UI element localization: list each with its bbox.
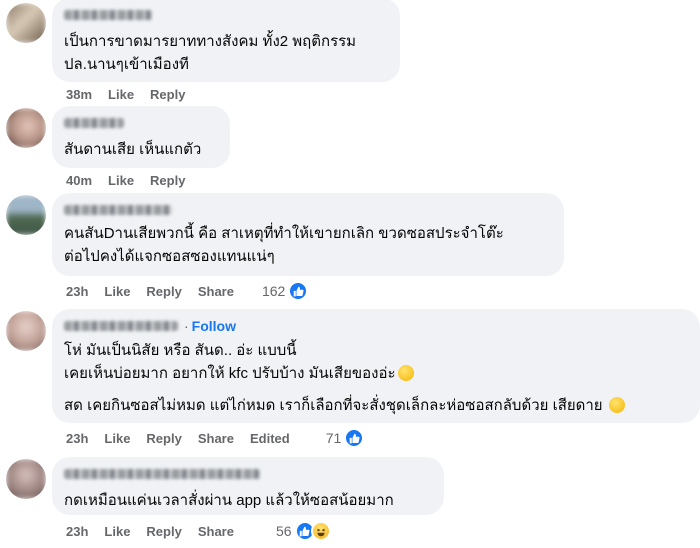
- reply-button[interactable]: Reply: [146, 284, 181, 299]
- reaction-count[interactable]: 162: [262, 283, 285, 299]
- like-button[interactable]: Like: [104, 284, 130, 299]
- reply-button[interactable]: Reply: [150, 173, 185, 188]
- comment-actions: 23h Like Reply Share Edited 71: [66, 428, 365, 448]
- timestamp[interactable]: 23h: [66, 524, 88, 539]
- pleading-emoji-icon: [608, 397, 625, 413]
- reaction-count[interactable]: 71: [326, 430, 342, 446]
- follow-button[interactable]: · Follow: [184, 318, 236, 334]
- like-button[interactable]: Like: [104, 431, 130, 446]
- share-button[interactable]: Share: [198, 431, 234, 446]
- timestamp[interactable]: 38m: [66, 87, 92, 102]
- like-icon[interactable]: [288, 281, 309, 301]
- edited-label[interactable]: Edited: [250, 431, 290, 446]
- avatar[interactable]: [6, 311, 46, 351]
- like-button[interactable]: Like: [108, 173, 134, 188]
- comment-text-line: โห่ มันเป็นนิสัย หรือ สันด.. อ่ะ แบบนี้: [64, 342, 297, 359]
- author-name[interactable]: [64, 321, 178, 331]
- reaction-count[interactable]: 56: [276, 523, 292, 539]
- comment-actions: 23h Like Reply Share 162: [66, 281, 309, 301]
- share-button[interactable]: Share: [198, 524, 234, 539]
- author-name[interactable]: [64, 6, 388, 24]
- avatar[interactable]: [6, 195, 46, 235]
- comment-text-line: ต่อไปคงได้แจกซอสซองแทนแน่ๆ: [64, 248, 275, 265]
- author-name[interactable]: [64, 114, 218, 132]
- reply-button[interactable]: Reply: [146, 431, 181, 446]
- author-name[interactable]: [64, 465, 432, 483]
- reply-button[interactable]: Reply: [150, 87, 185, 102]
- comment-text-paragraph: สด เคยกินซอสไม่หมด แต่ไก่หมด เราก็เลือกท…: [64, 394, 688, 417]
- avatar[interactable]: [6, 459, 46, 499]
- avatar[interactable]: [6, 108, 46, 148]
- sad-emoji-icon: [397, 365, 414, 381]
- reply-button[interactable]: Reply: [146, 524, 181, 539]
- comment-text-line: เป็นการขาดมารยาททางสังคม ทั้ง2 พฤติกรรม: [64, 33, 357, 50]
- comment-actions: 40m Like Reply: [66, 172, 201, 188]
- share-button[interactable]: Share: [198, 284, 234, 299]
- author-name-row: · Follow: [64, 317, 688, 335]
- like-button[interactable]: Like: [108, 87, 134, 102]
- timestamp[interactable]: 40m: [66, 173, 92, 188]
- comment-bubble: เป็นการขาดมารยาททางสังคม ทั้ง2 พฤติกรรม …: [52, 0, 400, 82]
- like-button[interactable]: Like: [104, 524, 130, 539]
- timestamp[interactable]: 23h: [66, 431, 88, 446]
- timestamp[interactable]: 23h: [66, 284, 88, 299]
- comment-actions: 38m Like Reply: [66, 86, 201, 102]
- comment-text-line: กดเหมือนแค่นเวลาสั่งผ่าน app แล้วให้ซอสน…: [64, 492, 394, 509]
- comment-bubble: · Follow โห่ มันเป็นนิสัย หรือ สันด.. อ่ะ…: [52, 309, 700, 423]
- comment-text-line: เคยเห็นบ่อยมาก อยากให้ kfc ปรับบ้าง มันเ…: [64, 362, 688, 385]
- comment-bubble: กดเหมือนแค่นเวลาสั่งผ่าน app แล้วให้ซอสน…: [52, 457, 444, 515]
- comment-bubble: คนสันDานเสียพวกนี้ คือ สาเหตุที่ทำให้เขา…: [52, 193, 564, 276]
- comment-actions: 23h Like Reply Share 56: [66, 521, 331, 541]
- comment-text-line: คนสันDานเสียพวกนี้ คือ สาเหตุที่ทำให้เขา…: [64, 225, 504, 242]
- comment-bubble: สันดานเสีย เห็นแกตัว: [52, 106, 230, 168]
- like-icon[interactable]: [344, 428, 365, 448]
- comment-text-line: สันดานเสีย เห็นแกตัว: [64, 141, 202, 158]
- comment-text-line: ปล.นานๆเข้าเมืองที: [64, 56, 189, 73]
- haha-icon[interactable]: [310, 521, 331, 541]
- avatar[interactable]: [6, 3, 46, 43]
- author-name[interactable]: [64, 201, 552, 219]
